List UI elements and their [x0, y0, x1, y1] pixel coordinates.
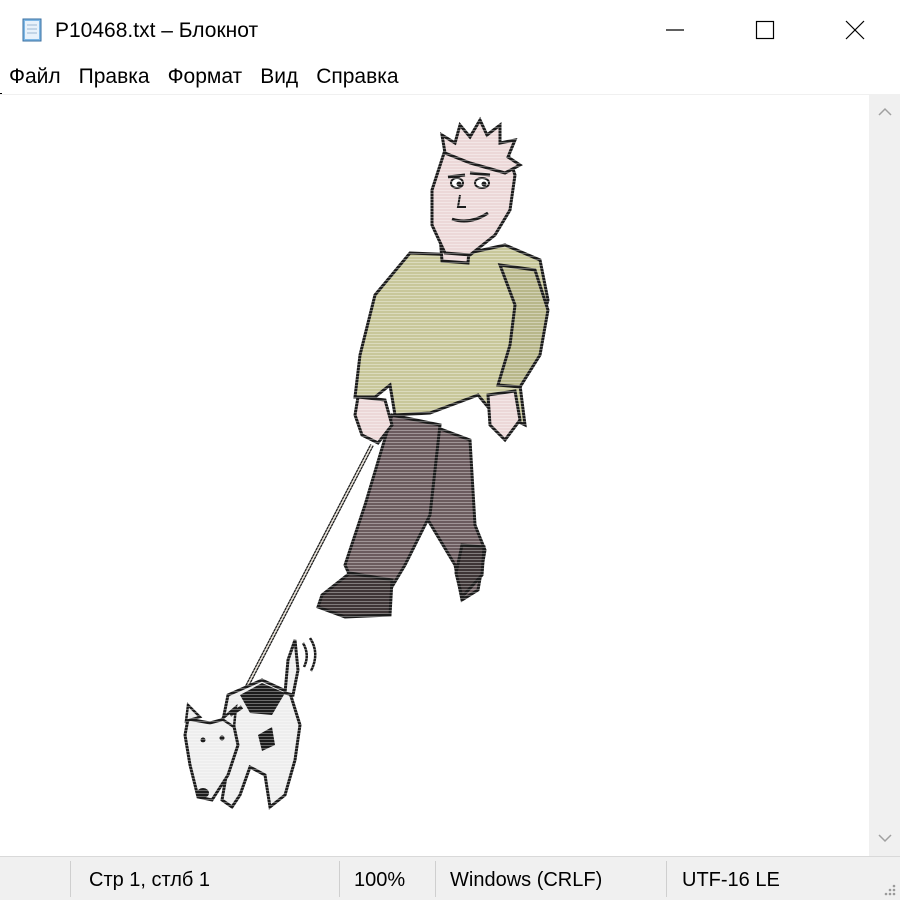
title-bar[interactable]: P10468.txt – Блокнот: [0, 0, 900, 60]
status-separator: [339, 861, 340, 897]
menu-edit[interactable]: Правка: [70, 60, 159, 94]
close-icon: [845, 20, 865, 40]
chevron-up-icon: [877, 107, 892, 116]
scroll-down-button[interactable]: [869, 820, 900, 856]
line-ending: Windows (CRLF): [450, 869, 603, 891]
cursor-position: Стр 1, стлб 1: [89, 869, 211, 891]
status-separator: [435, 861, 436, 897]
close-button[interactable]: [810, 0, 900, 60]
status-separator: [70, 861, 71, 897]
menu-view[interactable]: Вид: [251, 60, 307, 94]
minimize-button[interactable]: [630, 0, 720, 60]
encoding: UTF-16 LE: [682, 869, 780, 891]
menu-format[interactable]: Формат: [159, 60, 252, 94]
maximize-button[interactable]: [720, 0, 810, 60]
vertical-scrollbar[interactable]: [869, 94, 900, 856]
menu-file[interactable]: Файл: [0, 60, 70, 94]
minimize-icon: [666, 29, 684, 31]
maximize-icon: [755, 20, 775, 40]
scroll-up-button[interactable]: [869, 94, 900, 130]
status-separator: [666, 861, 667, 897]
notepad-icon: [22, 18, 42, 42]
menu-help[interactable]: Справка: [307, 60, 407, 94]
chevron-down-icon: [877, 834, 892, 843]
zoom-level: 100%: [354, 869, 406, 891]
resize-grip-icon[interactable]: [881, 881, 897, 897]
status-bar: Стр 1, стлб 1 100% Windows (CRLF) UTF-16…: [0, 856, 900, 900]
menu-bar: Файл Правка Формат Вид Справка: [0, 60, 900, 94]
man-walking-dog-ascii-art: [180, 115, 560, 815]
text-editor[interactable]: [0, 94, 869, 856]
window-title: P10468.txt – Блокнот: [55, 19, 259, 42]
